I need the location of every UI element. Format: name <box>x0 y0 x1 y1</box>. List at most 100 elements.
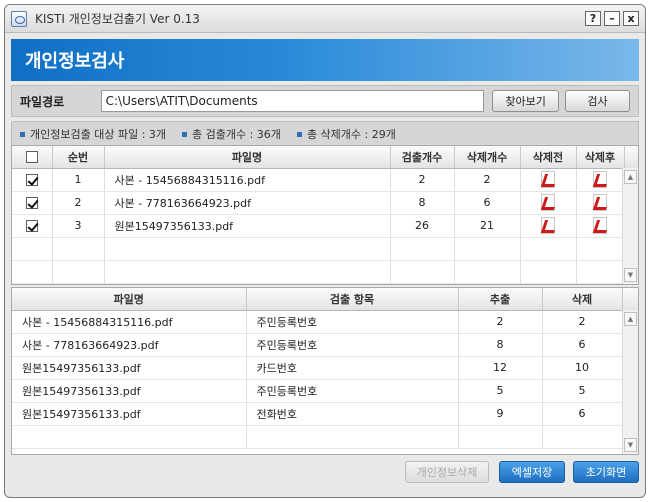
row-found: 2 <box>390 168 455 192</box>
files-scrollbar[interactable]: ▲ ▼ <box>622 168 638 284</box>
app-icon <box>11 10 27 27</box>
table-row[interactable]: 원본15497356133.pdf 주민등록번호 5 5 <box>12 379 638 403</box>
col-filename-header[interactable]: 파일명 <box>12 288 247 311</box>
row-item: 주민등록번호 <box>246 333 459 357</box>
summary-target-files-text: 개인정보검출 대상 파일 : 3개 <box>30 128 167 141</box>
bullet-icon <box>182 131 188 137</box>
title-bar: KISTI 개인정보검출기 Ver 0.13 ? – x <box>5 5 645 33</box>
bullet-icon <box>20 131 25 137</box>
row-item: 주민등록번호 <box>246 379 459 403</box>
table-row[interactable]: 1 사본 - 15456884315116.pdf 2 2 <box>12 168 638 192</box>
col-item-header[interactable]: 검출 항목 <box>246 288 459 311</box>
row-item: 카드번호 <box>246 356 459 380</box>
detail-scrollbar[interactable]: ▲ ▼ <box>622 310 638 454</box>
scroll-down-icon[interactable]: ▼ <box>624 438 637 452</box>
row-filename: 원본15497356133.pdf <box>12 379 247 403</box>
row-deleted: 5 <box>542 379 623 403</box>
pdf-after-icon[interactable] <box>593 217 607 234</box>
row-checkbox[interactable] <box>25 174 38 186</box>
checkbox-icon[interactable] <box>25 151 38 164</box>
table-row[interactable]: 원본15497356133.pdf 전화번호 9 6 <box>12 402 638 426</box>
pdf-before-icon[interactable] <box>541 171 555 188</box>
empty-row <box>12 237 638 261</box>
row-num: 1 <box>52 168 105 192</box>
files-table-header: 순번 파일명 검출개수 삭제개수 삭제전 삭제후 <box>12 146 638 169</box>
row-filename: 사본 - 778163664923.pdf <box>104 191 391 215</box>
row-filename: 원본15497356133.pdf <box>104 214 391 238</box>
table-row[interactable]: 3 원본15497356133.pdf 26 21 <box>12 214 638 238</box>
row-extracted: 8 <box>458 333 543 357</box>
col-num-header[interactable]: 순번 <box>52 146 105 169</box>
close-button[interactable]: x <box>623 11 639 26</box>
pdf-before-icon[interactable] <box>541 217 555 234</box>
minimize-button[interactable]: – <box>604 11 620 26</box>
row-deleted: 2 <box>542 310 623 334</box>
row-deleted: 21 <box>454 214 521 238</box>
delete-personal-info-button[interactable]: 개인정보삭제 <box>405 461 489 483</box>
row-num: 3 <box>52 214 105 238</box>
row-item: 주민등록번호 <box>246 310 459 334</box>
summary-total-deleted: 총 삭제개수 : 29개 <box>296 126 396 142</box>
bullet-icon <box>296 131 302 137</box>
col-deleted-header[interactable]: 삭제 <box>542 288 623 311</box>
scroll-header-spacer <box>624 146 638 169</box>
empty-row <box>12 425 638 449</box>
row-item: 전화번호 <box>246 402 459 426</box>
row-extracted: 9 <box>458 402 543 426</box>
row-deleted: 2 <box>454 168 521 192</box>
scroll-up-icon[interactable]: ▲ <box>624 170 637 184</box>
summary-total-found: 총 검출개수 : 36개 <box>182 126 281 142</box>
row-found: 8 <box>390 191 455 215</box>
detail-table: 파일명 검출 항목 추출 삭제 사본 - 15456884315116.pdf … <box>11 287 639 455</box>
table-row[interactable]: 사본 - 15456884315116.pdf 주민등록번호 2 2 <box>12 310 638 334</box>
path-input[interactable] <box>100 90 485 112</box>
summary-bar: 개인정보검출 대상 파일 : 3개 총 검출개수 : 36개 총 삭제개수 : … <box>11 121 639 147</box>
scroll-down-icon[interactable]: ▼ <box>624 268 637 282</box>
row-extracted: 5 <box>458 379 543 403</box>
col-deleted-header[interactable]: 삭제개수 <box>454 146 521 169</box>
table-row[interactable]: 원본15497356133.pdf 카드번호 12 10 <box>12 356 638 380</box>
summary-total-found-text: 총 검출개수 : 36개 <box>192 128 281 141</box>
empty-row <box>12 260 638 284</box>
path-row: 파일경로 찾아보기 검사 <box>11 85 639 117</box>
row-found: 26 <box>390 214 455 238</box>
row-deleted: 6 <box>542 333 623 357</box>
col-extracted-header[interactable]: 추출 <box>458 288 543 311</box>
scan-button[interactable]: 검사 <box>565 90 630 112</box>
row-filename: 사본 - 15456884315116.pdf <box>104 168 391 192</box>
path-label: 파일경로 <box>20 94 65 109</box>
header-banner: 개인정보검사 <box>11 39 639 81</box>
pdf-after-icon[interactable] <box>593 171 607 188</box>
col-found-header[interactable]: 검출개수 <box>390 146 455 169</box>
summary-target-files: 개인정보검출 대상 파일 : 3개 <box>20 126 166 142</box>
app-window: KISTI 개인정보검출기 Ver 0.13 ? – x 개인정보검사 파일경로… <box>4 4 646 498</box>
table-row[interactable]: 2 사본 - 778163664923.pdf 8 6 <box>12 191 638 215</box>
row-deleted: 10 <box>542 356 623 380</box>
row-num: 2 <box>52 191 105 215</box>
row-filename: 사본 - 15456884315116.pdf <box>12 310 247 334</box>
col-before-header[interactable]: 삭제전 <box>520 146 577 169</box>
col-after-header[interactable]: 삭제후 <box>576 146 625 169</box>
row-checkbox[interactable] <box>25 220 38 232</box>
row-checkbox[interactable] <box>25 197 38 209</box>
col-filename-header[interactable]: 파일명 <box>104 146 391 169</box>
row-deleted: 6 <box>454 191 521 215</box>
row-filename: 사본 - 778163664923.pdf <box>12 333 247 357</box>
window-title: KISTI 개인정보검출기 Ver 0.13 <box>35 12 200 26</box>
select-all-header[interactable] <box>12 146 53 169</box>
browse-button[interactable]: 찾아보기 <box>492 90 560 112</box>
row-filename: 원본15497356133.pdf <box>12 402 247 426</box>
files-table: 순번 파일명 검출개수 삭제개수 삭제전 삭제후 1 사본 - 15456884… <box>11 145 639 285</box>
row-deleted: 6 <box>542 402 623 426</box>
row-extracted: 2 <box>458 310 543 334</box>
summary-total-deleted-text: 총 삭제개수 : 29개 <box>306 128 396 141</box>
row-filename: 원본15497356133.pdf <box>12 356 247 380</box>
pdf-before-icon[interactable] <box>541 194 555 211</box>
help-button[interactable]: ? <box>585 11 601 26</box>
scroll-up-icon[interactable]: ▲ <box>624 312 637 326</box>
pdf-after-icon[interactable] <box>593 194 607 211</box>
table-row[interactable]: 사본 - 778163664923.pdf 주민등록번호 8 6 <box>12 333 638 357</box>
scroll-header-spacer <box>622 288 638 311</box>
reset-button[interactable]: 초기화면 <box>573 461 639 483</box>
excel-save-button[interactable]: 엑셀저장 <box>499 461 565 483</box>
